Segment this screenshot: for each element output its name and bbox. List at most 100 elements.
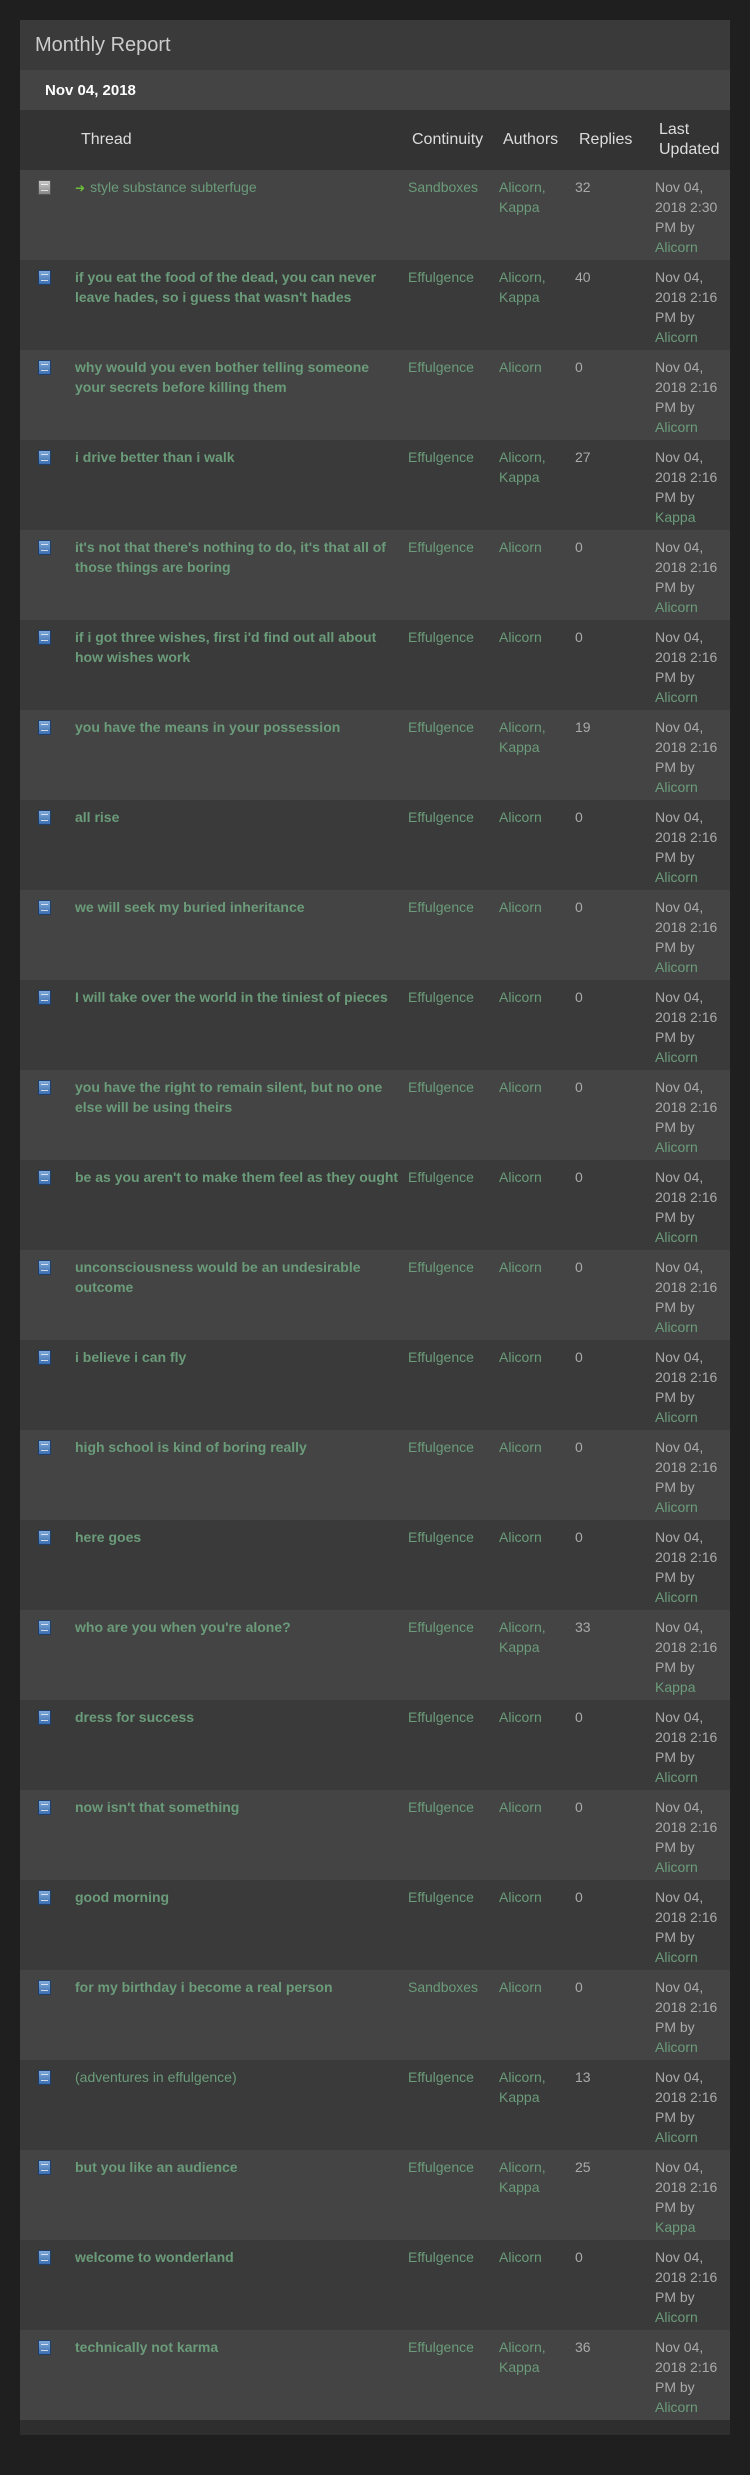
document-icon[interactable] xyxy=(38,450,51,465)
thread-title-link[interactable]: i believe i can fly xyxy=(75,1349,186,1365)
authors-link[interactable]: Alicorn, Kappa xyxy=(499,2069,546,2105)
thread-title-link[interactable]: if you eat the food of the dead, you can… xyxy=(75,269,376,305)
updated-by-link[interactable]: Kappa xyxy=(655,1679,695,1695)
document-icon[interactable] xyxy=(38,1710,51,1725)
updated-by-link[interactable]: Alicorn xyxy=(655,2039,698,2055)
thread-title-link[interactable]: all rise xyxy=(75,809,119,825)
continuity-link[interactable]: Effulgence xyxy=(408,2339,474,2355)
thread-title-link[interactable]: unconsciousness would be an undesirable … xyxy=(75,1259,361,1295)
thread-title-link[interactable]: (adventures in effulgence) xyxy=(75,2069,237,2085)
thread-title-link[interactable]: it's not that there's nothing to do, it'… xyxy=(75,539,386,575)
document-icon[interactable] xyxy=(38,1980,51,1995)
thread-title-link[interactable]: I will take over the world in the tinies… xyxy=(75,989,388,1005)
authors-link[interactable]: Alicorn xyxy=(499,1439,542,1455)
updated-by-link[interactable]: Alicorn xyxy=(655,419,698,435)
authors-link[interactable]: Alicorn, Kappa xyxy=(499,2339,546,2375)
authors-link[interactable]: Alicorn xyxy=(499,1799,542,1815)
thread-title-link[interactable]: i drive better than i walk xyxy=(75,449,235,465)
document-icon[interactable] xyxy=(38,360,51,375)
thread-title-link[interactable]: you have the right to remain silent, but… xyxy=(75,1079,382,1115)
continuity-link[interactable]: Effulgence xyxy=(408,1529,474,1545)
authors-link[interactable]: Alicorn xyxy=(499,1349,542,1365)
continuity-link[interactable]: Effulgence xyxy=(408,2069,474,2085)
thread-title-link[interactable]: good morning xyxy=(75,1889,169,1905)
document-icon[interactable] xyxy=(38,990,51,1005)
continuity-link[interactable]: Effulgence xyxy=(408,1259,474,1275)
document-icon[interactable] xyxy=(38,630,51,645)
updated-by-link[interactable]: Alicorn xyxy=(655,329,698,345)
authors-link[interactable]: Alicorn xyxy=(499,359,542,375)
document-icon[interactable] xyxy=(38,1440,51,1455)
thread-title-link[interactable]: welcome to wonderland xyxy=(75,2249,234,2265)
authors-link[interactable]: Alicorn xyxy=(499,629,542,645)
thread-title-link[interactable]: technically not karma xyxy=(75,2339,218,2355)
updated-by-link[interactable]: Alicorn xyxy=(655,1589,698,1605)
thread-title-link[interactable]: for my birthday i become a real person xyxy=(75,1979,333,1995)
thread-title-link[interactable]: now isn't that something xyxy=(75,1799,239,1815)
updated-by-link[interactable]: Alicorn xyxy=(655,2129,698,2145)
thread-title-link[interactable]: if i got three wishes, first i'd find ou… xyxy=(75,629,376,665)
thread-title-link[interactable]: be as you aren't to make them feel as th… xyxy=(75,1169,398,1185)
authors-link[interactable]: Alicorn xyxy=(499,2249,542,2265)
document-icon[interactable] xyxy=(38,2160,51,2175)
updated-by-link[interactable]: Alicorn xyxy=(655,1229,698,1245)
thread-title-link[interactable]: style substance subterfuge xyxy=(90,179,257,195)
continuity-link[interactable]: Effulgence xyxy=(408,1349,474,1365)
document-icon[interactable] xyxy=(38,270,51,285)
updated-by-link[interactable]: Alicorn xyxy=(655,869,698,885)
authors-link[interactable]: Alicorn, Kappa xyxy=(499,449,546,485)
thread-title-link[interactable]: you have the means in your possession xyxy=(75,719,340,735)
document-icon[interactable] xyxy=(38,2070,51,2085)
updated-by-link[interactable]: Alicorn xyxy=(655,1499,698,1515)
document-icon[interactable] xyxy=(38,1260,51,1275)
updated-by-link[interactable]: Alicorn xyxy=(655,1049,698,1065)
updated-by-link[interactable]: Alicorn xyxy=(655,959,698,975)
continuity-link[interactable]: Effulgence xyxy=(408,719,474,735)
thread-title-link[interactable]: but you like an audience xyxy=(75,2159,238,2175)
document-icon[interactable] xyxy=(38,1530,51,1545)
document-icon[interactable] xyxy=(38,2250,51,2265)
authors-link[interactable]: Alicorn xyxy=(499,1079,542,1095)
thread-title-link[interactable]: why would you even bother telling someon… xyxy=(75,359,369,395)
document-icon[interactable] xyxy=(38,1800,51,1815)
authors-link[interactable]: Alicorn xyxy=(499,1529,542,1545)
continuity-link[interactable]: Effulgence xyxy=(408,359,474,375)
updated-by-link[interactable]: Alicorn xyxy=(655,1139,698,1155)
document-icon[interactable] xyxy=(38,1890,51,1905)
continuity-link[interactable]: Effulgence xyxy=(408,1079,474,1095)
document-icon[interactable] xyxy=(38,540,51,555)
authors-link[interactable]: Alicorn xyxy=(499,1709,542,1725)
continuity-link[interactable]: Effulgence xyxy=(408,539,474,555)
thread-title-link[interactable]: high school is kind of boring really xyxy=(75,1439,307,1455)
authors-link[interactable]: Alicorn xyxy=(499,1169,542,1185)
continuity-link[interactable]: Effulgence xyxy=(408,1709,474,1725)
authors-link[interactable]: Alicorn, Kappa xyxy=(499,179,546,215)
document-icon[interactable] xyxy=(38,1620,51,1635)
updated-by-link[interactable]: Alicorn xyxy=(655,1949,698,1965)
thread-title-link[interactable]: who are you when you're alone? xyxy=(75,1619,291,1635)
document-icon[interactable] xyxy=(38,1350,51,1365)
updated-by-link[interactable]: Alicorn xyxy=(655,1409,698,1425)
continuity-link[interactable]: Effulgence xyxy=(408,269,474,285)
continuity-link[interactable]: Effulgence xyxy=(408,2249,474,2265)
authors-link[interactable]: Alicorn xyxy=(499,809,542,825)
updated-by-link[interactable]: Alicorn xyxy=(655,2309,698,2325)
continuity-link[interactable]: Sandboxes xyxy=(408,179,478,195)
authors-link[interactable]: Alicorn xyxy=(499,1889,542,1905)
document-icon[interactable] xyxy=(38,1080,51,1095)
continuity-link[interactable]: Effulgence xyxy=(408,809,474,825)
updated-by-link[interactable]: Alicorn xyxy=(655,1319,698,1335)
authors-link[interactable]: Alicorn xyxy=(499,899,542,915)
authors-link[interactable]: Alicorn xyxy=(499,1979,542,1995)
updated-by-link[interactable]: Alicorn xyxy=(655,689,698,705)
updated-by-link[interactable]: Alicorn xyxy=(655,1769,698,1785)
thread-title-link[interactable]: dress for success xyxy=(75,1709,194,1725)
continuity-link[interactable]: Effulgence xyxy=(408,629,474,645)
continuity-link[interactable]: Effulgence xyxy=(408,449,474,465)
authors-link[interactable]: Alicorn, Kappa xyxy=(499,2159,546,2195)
updated-by-link[interactable]: Alicorn xyxy=(655,599,698,615)
authors-link[interactable]: Alicorn xyxy=(499,539,542,555)
arrow-right-icon[interactable]: ➜ xyxy=(75,181,85,195)
document-icon[interactable] xyxy=(38,1170,51,1185)
continuity-link[interactable]: Effulgence xyxy=(408,989,474,1005)
